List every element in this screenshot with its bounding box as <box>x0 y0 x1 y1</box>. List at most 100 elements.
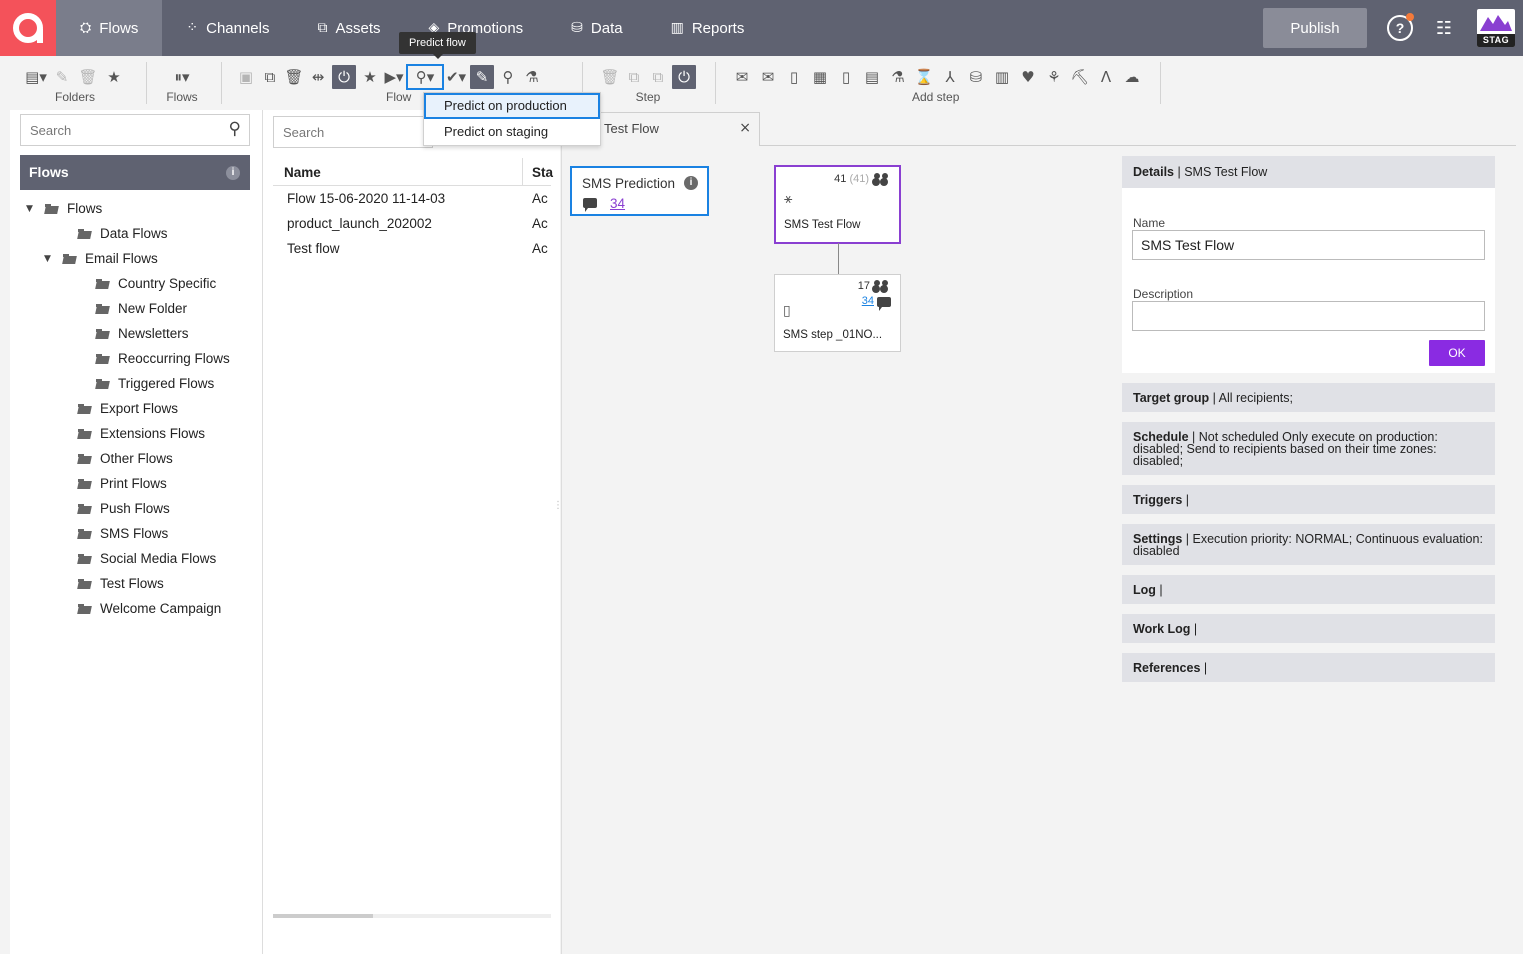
filter-step-icon[interactable]: ⚗ <box>888 66 908 88</box>
web-step-icon[interactable]: ▤ <box>862 66 882 88</box>
tab-test-flow[interactable]: Test Flow × <box>586 112 760 146</box>
details-section[interactable]: Target group | All recipients; <box>1122 383 1495 412</box>
details-section[interactable]: Triggers | <box>1122 485 1495 514</box>
tree-folder[interactable]: Reoccurring Flows <box>10 346 262 371</box>
tree-folder[interactable]: Test Flows <box>10 571 262 596</box>
move-icon[interactable]: ⇹ <box>308 66 328 88</box>
flow-node-sms-step[interactable]: 17 34 ▯ SMS step _01NO... <box>774 274 901 352</box>
tree-folder[interactable]: Newsletters <box>10 321 262 346</box>
details-section[interactable]: Settings | Execution priority: NORMAL; C… <box>1122 524 1495 565</box>
flows-menu-icon[interactable]: ⏸▾ <box>172 66 192 88</box>
info-icon[interactable]: i <box>684 176 698 190</box>
nav-assets[interactable]: ⧉ Assets <box>294 0 405 56</box>
push-step-icon[interactable]: ▯ <box>836 66 856 88</box>
column-name[interactable]: Name <box>284 165 321 180</box>
split-step-icon[interactable]: ⅄ <box>940 66 960 88</box>
ok-button[interactable]: OK <box>1429 340 1485 366</box>
predict-on-production-item[interactable]: Predict on production <box>424 93 600 119</box>
cloud-step-icon[interactable]: ☁ <box>1122 66 1142 88</box>
flows-group: ⏸▾ Flows <box>166 66 198 104</box>
data-icon: ⛁ <box>571 20 583 36</box>
search-icon[interactable]: ⚲ <box>229 119 241 139</box>
publish-button[interactable]: Publish <box>1263 8 1367 48</box>
extension-step-icon[interactable]: ⛏ <box>1070 66 1090 88</box>
tree-folder[interactable]: Print Flows <box>10 471 262 496</box>
column-status[interactable]: Sta <box>532 165 553 180</box>
predict-flow-icon[interactable]: ⚲▾ <box>406 64 444 90</box>
folder-icon <box>78 578 92 589</box>
power-icon[interactable]: ⏻ <box>332 65 356 89</box>
tree-folder[interactable]: Welcome Campaign <box>10 596 262 621</box>
close-tab-icon[interactable]: × <box>739 120 751 136</box>
folder-tree: ▼ Flows Data Flows ▼ Email Flows Country Spec… <box>10 196 262 621</box>
sms-step-icon[interactable]: ▯ <box>784 66 804 88</box>
export-step-icon[interactable]: ▥ <box>992 66 1012 88</box>
tree-folder[interactable]: Data Flows <box>10 221 262 246</box>
flow-node-sms-test-flow[interactable]: 41 (41) ⚹ SMS Test Flow <box>774 165 901 244</box>
print-step-icon[interactable]: ▦ <box>810 66 830 88</box>
ab-step-icon[interactable]: Λ <box>1096 66 1116 88</box>
approve-icon[interactable]: ✔▾ <box>446 66 466 88</box>
tree-folder[interactable]: Push Flows <box>10 496 262 521</box>
caret-down-icon[interactable]: ▼ <box>26 204 36 214</box>
tree-folder[interactable]: Country Specific <box>10 271 262 296</box>
favorite-icon[interactable]: ★ <box>360 66 380 88</box>
tree-folder[interactable]: SMS Flows <box>10 521 262 546</box>
nav-data[interactable]: ⛁ Data <box>547 0 646 56</box>
details-section[interactable]: References | <box>1122 653 1495 682</box>
copy-step-icon: ⧉ <box>628 68 640 86</box>
run-icon[interactable]: ▶▾ <box>384 66 404 88</box>
nav-channels[interactable]: ⁘ Channels <box>162 0 293 56</box>
name-input[interactable]: SMS Test Flow <box>1132 230 1485 260</box>
folder-search-input[interactable]: Search ⚲ <box>20 114 250 146</box>
test-icon[interactable]: ⚗ <box>522 66 542 88</box>
flow-row[interactable]: Flow 15-06-2020 11-14-03 Ac <box>273 187 551 212</box>
database-step-icon[interactable]: ⛁ <box>966 66 986 88</box>
panel-splitter[interactable]: ⋮ <box>553 500 563 516</box>
copy-icon[interactable]: ⧉ <box>260 66 280 88</box>
details-section[interactable]: Log | <box>1122 575 1495 604</box>
folder-icon <box>96 328 110 339</box>
channels-icon: ⁘ <box>186 20 199 36</box>
delete-icon[interactable]: 🗑 <box>284 66 304 88</box>
prediction-value-link[interactable]: 34 <box>610 196 625 211</box>
social-step-icon[interactable]: ♥ <box>1018 66 1038 88</box>
tree-folder[interactable]: Other Flows <box>10 446 262 471</box>
wait-step-icon[interactable]: ⌛ <box>914 66 934 88</box>
edit-flow-icon[interactable]: ✎ <box>470 65 494 89</box>
flow-search-input[interactable]: Search <box>273 116 433 148</box>
step-power-icon[interactable]: ⏻ <box>672 65 696 89</box>
predict-on-staging-item[interactable]: Predict on staging <box>424 119 600 145</box>
horizontal-scrollbar[interactable] <box>273 914 551 918</box>
nav-reports[interactable]: ▥ Reports <box>647 0 769 56</box>
tree-folder[interactable]: Triggered Flows <box>10 371 262 396</box>
tree-folder[interactable]: Extensions Flows <box>10 421 262 446</box>
tree-folder[interactable]: ▼ Email Flows <box>10 246 262 271</box>
prediction-link[interactable]: 34 <box>862 295 874 307</box>
description-input[interactable] <box>1132 301 1485 331</box>
app-logo[interactable] <box>0 0 56 56</box>
tree-folder[interactable]: Export Flows <box>10 396 262 421</box>
info-icon[interactable]: i <box>226 166 240 180</box>
email-variant-step-icon[interactable]: ✉ <box>758 66 778 88</box>
favorite-folder-icon[interactable]: ★ <box>104 66 124 88</box>
details-section[interactable]: Schedule | Not scheduled Only execute on… <box>1122 422 1495 475</box>
tree-folder[interactable]: New Folder <box>10 296 262 321</box>
new-folder-icon[interactable]: ▤▾ <box>25 66 47 88</box>
flow-row[interactable]: Test flow Ac <box>273 237 551 262</box>
details-header[interactable]: Details | SMS Test Flow <box>1122 156 1495 188</box>
tree-folder[interactable]: ▼ Flows <box>10 196 262 221</box>
caret-down-icon[interactable]: ▼ <box>44 254 54 264</box>
tree-folder[interactable]: Social Media Flows <box>10 546 262 571</box>
details-section[interactable]: Work Log | <box>1122 614 1495 643</box>
search-flow-icon[interactable]: ⚲ <box>498 66 518 88</box>
webhook-step-icon[interactable]: ⚘ <box>1044 66 1064 88</box>
environment-badge[interactable]: STAG <box>1477 9 1515 47</box>
flow-row[interactable]: product_launch_202002 Ac <box>273 212 551 237</box>
recipients-icon <box>873 280 889 290</box>
email-step-icon[interactable]: ✉ <box>732 66 752 88</box>
settings-sliders-icon[interactable]: ☷ <box>1433 17 1455 39</box>
nav-flows[interactable]: ⛭ Flows <box>56 0 163 56</box>
folder-icon <box>78 403 92 414</box>
sms-prediction-box: SMS Prediction i 34 <box>570 166 709 216</box>
